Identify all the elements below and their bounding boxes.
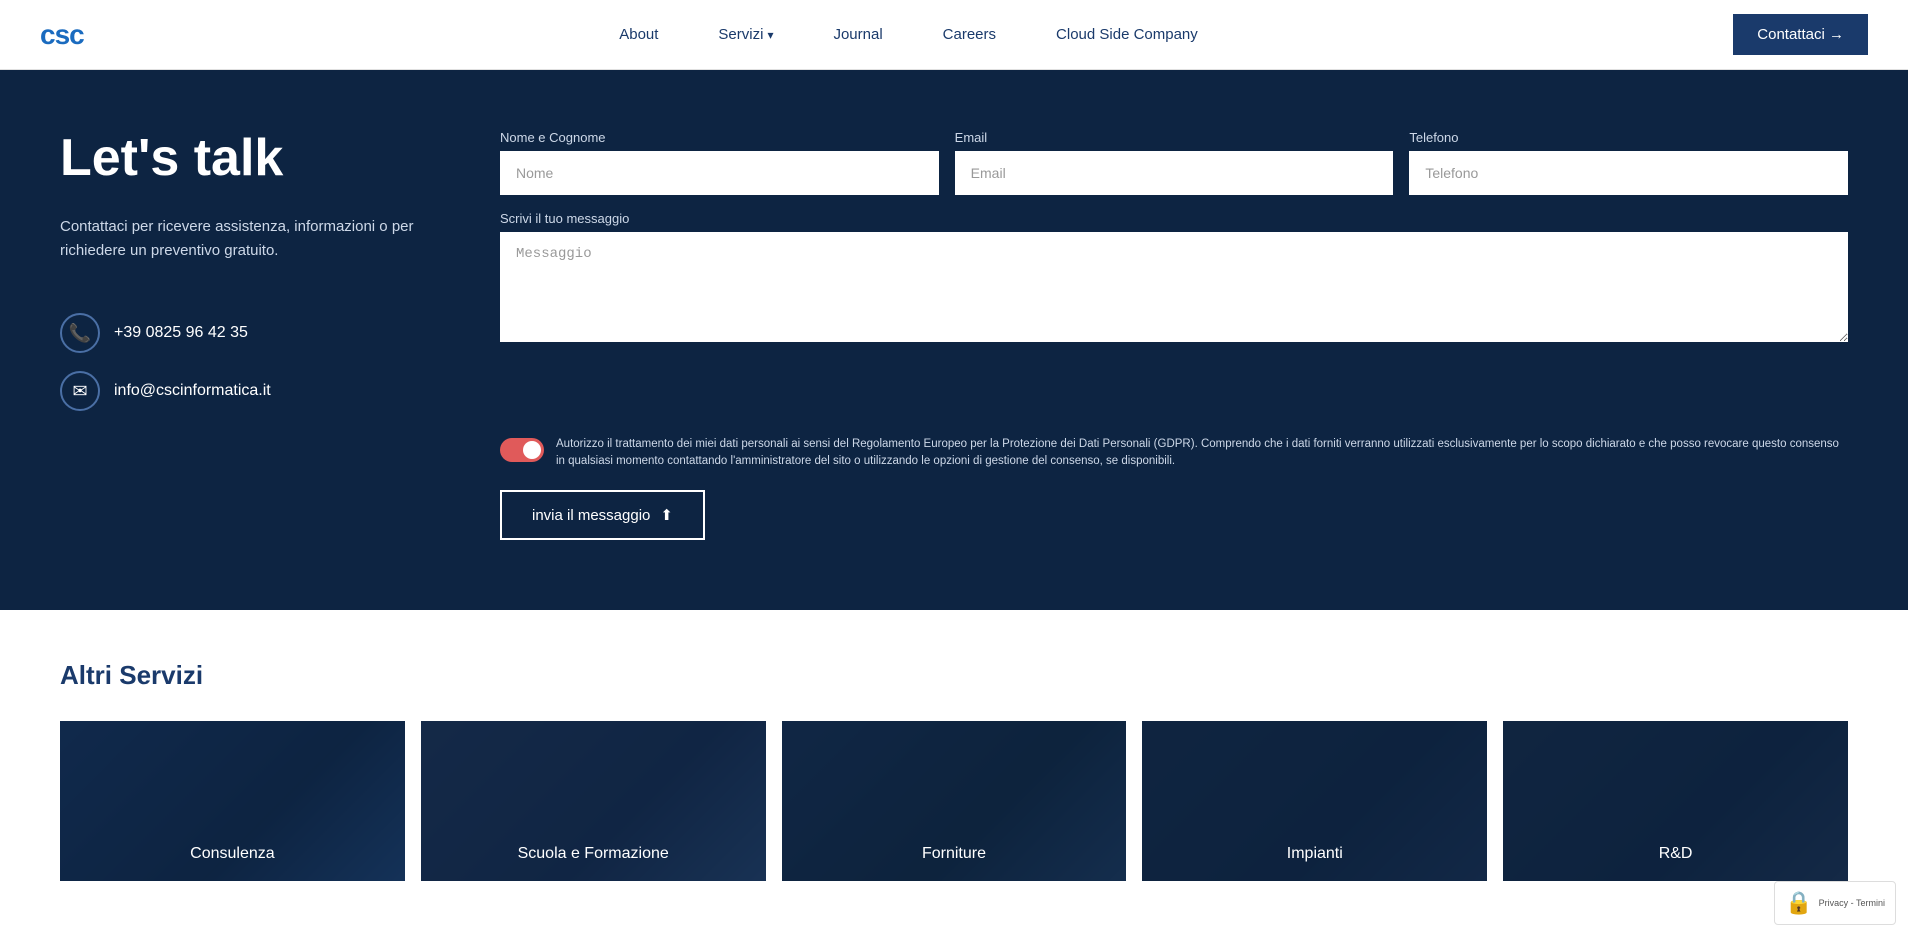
service-label-rd: R&D [1659, 845, 1693, 863]
recaptcha-badge: 🔒 Privacy - Termini [1774, 881, 1896, 925]
phone-info: 📞 +39 0825 96 42 35 [60, 313, 440, 353]
contact-section: Let's talk Contattaci per ricevere assis… [0, 70, 1908, 610]
service-card-scuola[interactable]: Scuola e Formazione [421, 721, 766, 881]
toggle-thumb [523, 441, 541, 459]
main-nav: About Servizi ▾ Journal Careers Cloud Si… [619, 26, 1198, 43]
form-row-1: Nome e Cognome Email Telefono [500, 130, 1848, 195]
message-group: Scrivi il tuo messaggio [500, 211, 1848, 420]
chevron-down-icon: ▾ [767, 28, 773, 42]
email-icon: ✉ [60, 371, 100, 411]
contact-left: Let's talk Contattaci per ricevere assis… [60, 130, 440, 540]
phone-group: Telefono [1409, 130, 1848, 195]
email-input[interactable] [955, 151, 1394, 195]
toggle-track [500, 438, 544, 462]
recaptcha-icon: 🔒 [1785, 890, 1812, 916]
phone-input[interactable] [1409, 151, 1848, 195]
message-label: Scrivi il tuo messaggio [500, 211, 1848, 226]
gdpr-text: Autorizzo il trattamento dei miei dati p… [556, 436, 1848, 471]
email-label: Email [955, 130, 1394, 145]
name-group: Nome e Cognome [500, 130, 939, 195]
contact-form: Nome e Cognome Email Telefono Scrivi il … [500, 130, 1848, 540]
email-info: ✉ info@cscinformatica.it [60, 371, 440, 411]
nav-servizi[interactable]: Servizi ▾ [718, 26, 773, 43]
service-card-forniture[interactable]: Forniture [782, 721, 1127, 881]
service-label-consulenza: Consulenza [190, 845, 275, 863]
gdpr-row: Autorizzo il trattamento dei miei dati p… [500, 436, 1848, 471]
phone-number: +39 0825 96 42 35 [114, 324, 248, 342]
contact-button[interactable]: Contattaci → [1733, 14, 1868, 55]
recaptcha-text: Privacy - Termini [1819, 898, 1885, 908]
contact-info: 📞 +39 0825 96 42 35 ✉ info@cscinformatic… [60, 313, 440, 411]
nav-about[interactable]: About [619, 26, 658, 43]
service-label-impianti: Impianti [1287, 845, 1343, 863]
submit-label: invia il messaggio [532, 507, 650, 524]
service-card-impianti[interactable]: Impianti [1142, 721, 1487, 881]
name-label: Nome e Cognome [500, 130, 939, 145]
gdpr-toggle[interactable] [500, 438, 544, 462]
nav-careers[interactable]: Careers [943, 26, 996, 43]
name-input[interactable] [500, 151, 939, 195]
service-card-consulenza[interactable]: Consulenza [60, 721, 405, 881]
nav-cloud-side[interactable]: Cloud Side Company [1056, 26, 1198, 43]
phone-icon: 📞 [60, 313, 100, 353]
contact-heading: Let's talk [60, 130, 440, 187]
services-title: Altri Servizi [60, 660, 1848, 691]
submit-button[interactable]: invia il messaggio ⬆ [500, 490, 705, 540]
nav-journal[interactable]: Journal [833, 26, 882, 43]
message-input[interactable] [500, 232, 1848, 342]
email-address: info@cscinformatica.it [114, 382, 271, 400]
upload-icon: ⬆ [660, 506, 673, 524]
email-group: Email [955, 130, 1394, 195]
header: csc About Servizi ▾ Journal Careers Clou… [0, 0, 1908, 70]
service-label-scuola: Scuola e Formazione [518, 845, 669, 863]
phone-label: Telefono [1409, 130, 1848, 145]
service-card-rd[interactable]: R&D [1503, 721, 1848, 881]
services-grid: Consulenza Scuola e Formazione Forniture… [60, 721, 1848, 881]
contact-description: Contattaci per ricevere assistenza, info… [60, 215, 440, 263]
service-label-forniture: Forniture [922, 845, 986, 863]
logo[interactable]: csc [40, 19, 84, 51]
services-section: Altri Servizi Consulenza Scuola e Formaz… [0, 610, 1908, 941]
